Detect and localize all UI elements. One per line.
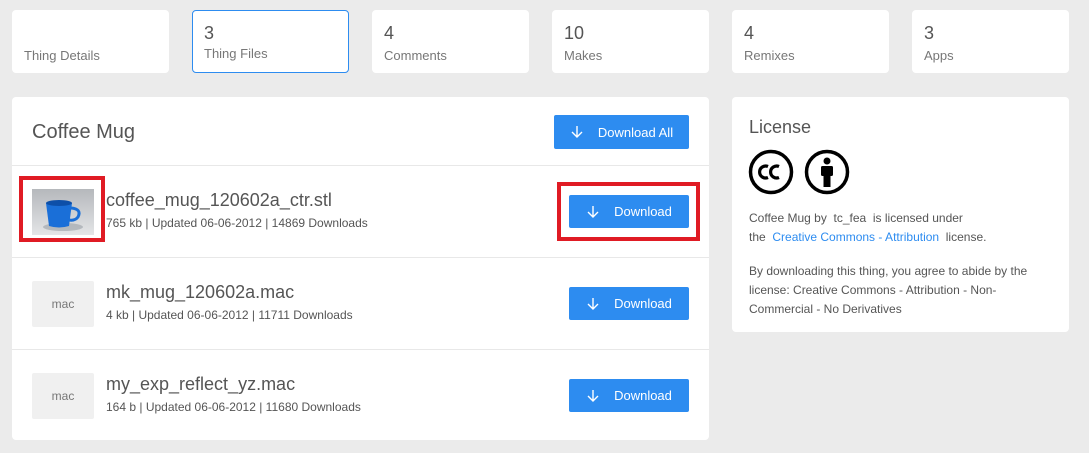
tab-label: Makes bbox=[564, 48, 603, 63]
license-line2-suffix: license. bbox=[945, 230, 987, 244]
tab-label: Thing Details bbox=[24, 48, 100, 63]
tab-label: Comments bbox=[384, 48, 447, 63]
file-thumbnail[interactable]: mac bbox=[32, 373, 94, 419]
file-name[interactable]: my_exp_reflect_yz.mac bbox=[106, 374, 295, 395]
file-row: coffee_mug_120602a_ctr.stl 765 kb | Upda… bbox=[12, 165, 709, 257]
download-all-button[interactable]: Download All bbox=[554, 115, 689, 149]
file-name[interactable]: coffee_mug_120602a_ctr.stl bbox=[106, 190, 332, 211]
files-panel: Coffee Mug Download All coffee_mug_12060… bbox=[12, 97, 709, 440]
tab-comments[interactable]: 4 Comments bbox=[372, 10, 529, 73]
download-label: Download bbox=[614, 296, 672, 311]
file-name[interactable]: mk_mug_120602a.mac bbox=[106, 282, 294, 303]
file-thumbnail[interactable]: mac bbox=[32, 281, 94, 327]
license-panel: License Coffee Mug by tc_fea is licensed… bbox=[732, 97, 1069, 332]
license-statement: Coffee Mug by tc_fea is licensed under t… bbox=[749, 209, 1054, 247]
license-line1-suffix: is licensed under bbox=[872, 211, 963, 225]
tab-count: 10 bbox=[564, 23, 585, 43]
file-meta: 765 kb | Updated 06-06-2012 | 14869 Down… bbox=[106, 216, 368, 230]
download-button[interactable]: Download bbox=[569, 379, 689, 412]
files-title: Coffee Mug bbox=[32, 121, 136, 143]
file-thumbnail[interactable] bbox=[32, 189, 94, 235]
file-meta: 164 b | Updated 06-06-2012 | 11680 Downl… bbox=[106, 400, 361, 414]
tab-label: Thing Files bbox=[204, 46, 268, 61]
tab-makes[interactable]: 10 Makes bbox=[552, 10, 709, 73]
tab-apps[interactable]: 3 Apps bbox=[912, 10, 1069, 73]
download-arrow-icon bbox=[587, 297, 599, 310]
download-label: Download bbox=[614, 204, 672, 219]
creative-commons-icon[interactable] bbox=[748, 149, 794, 195]
license-line1-prefix: Coffee Mug by bbox=[749, 211, 827, 225]
license-title: License bbox=[749, 117, 812, 137]
license-link[interactable]: Creative Commons - Attribution bbox=[772, 230, 939, 244]
download-arrow-icon bbox=[587, 205, 599, 218]
download-arrow-icon bbox=[571, 126, 583, 138]
file-row: mac mk_mug_120602a.mac 4 kb | Updated 06… bbox=[12, 257, 709, 349]
file-row: mac my_exp_reflect_yz.mac 164 b | Update… bbox=[12, 349, 709, 441]
download-arrow-icon bbox=[587, 389, 599, 402]
tab-thing-details[interactable]: Thing Details bbox=[12, 10, 169, 73]
tab-count: 4 bbox=[384, 23, 395, 43]
download-button[interactable]: Download bbox=[569, 287, 689, 320]
tab-label: Apps bbox=[924, 48, 954, 63]
license-note: By downloading this thing, you agree to … bbox=[749, 264, 1028, 316]
tab-thing-files[interactable]: 3 Thing Files bbox=[192, 10, 349, 73]
file-meta: 4 kb | Updated 06-06-2012 | 11711 Downlo… bbox=[106, 308, 353, 322]
download-button[interactable]: Download bbox=[569, 195, 689, 228]
download-all-label: Download All bbox=[597, 124, 674, 140]
download-label: Download bbox=[614, 388, 672, 403]
tab-count: 3 bbox=[924, 23, 935, 43]
attribution-person-icon[interactable] bbox=[804, 149, 850, 195]
coffee-mug-thumbnail-icon bbox=[32, 189, 94, 235]
tab-count: 4 bbox=[744, 23, 755, 43]
license-author[interactable]: tc_fea bbox=[834, 211, 867, 225]
tab-label: Remixes bbox=[744, 48, 795, 63]
tab-remixes[interactable]: 4 Remixes bbox=[732, 10, 889, 73]
license-line2-prefix: the bbox=[749, 230, 766, 244]
tab-count: 3 bbox=[204, 23, 215, 43]
